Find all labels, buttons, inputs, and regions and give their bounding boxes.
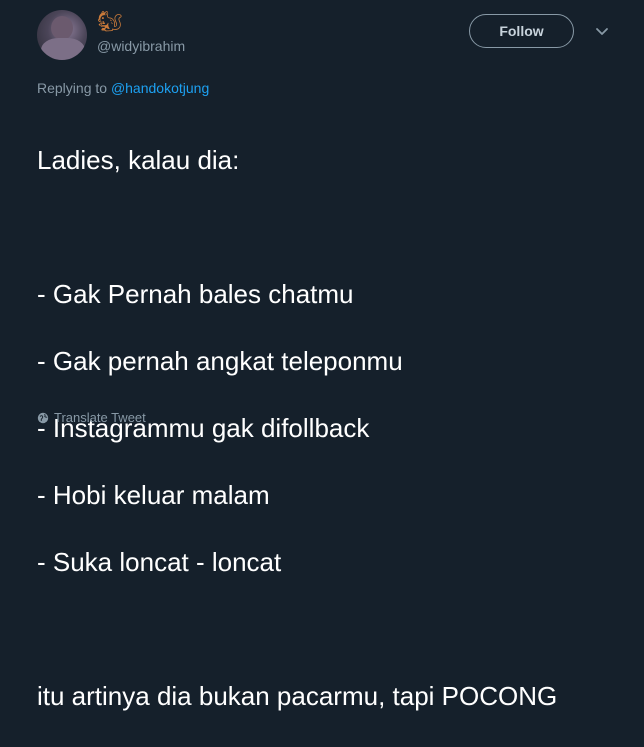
squirrel-emoji-icon: 🐿 (97, 9, 123, 33)
replying-to: Replying to @handokotjung (37, 80, 209, 96)
tweet-line: itu artinya dia bukan pacarmu, tapi POCO… (37, 680, 558, 711)
reply-mention-link[interactable]: @handokotjung (111, 80, 209, 96)
tweet-line (37, 211, 627, 245)
translate-tweet-link[interactable]: Translate Tweet (37, 410, 146, 425)
tweet-line (37, 613, 627, 647)
chevron-down-icon[interactable] (594, 26, 610, 38)
replying-to-label: Replying to (37, 80, 111, 96)
tweet-line: - Gak pernah angkat teleponmu (37, 345, 403, 376)
translate-tweet-label: Translate Tweet (54, 410, 146, 425)
user-handle[interactable]: @widyibrahim (97, 38, 185, 54)
follow-button[interactable]: Follow (469, 14, 574, 48)
globe-icon (37, 412, 49, 423)
tweet-line: Ladies, kalau dia: (37, 144, 240, 175)
tweet-line: - Suka loncat - loncat (37, 546, 282, 577)
tweet-text: Ladies, kalau dia: - Gak Pernah bales ch… (37, 110, 627, 747)
tweet-line: - Gak Pernah bales chatmu (37, 278, 354, 309)
tweet-line: - Hobi keluar malam (37, 479, 270, 510)
avatar[interactable] (37, 10, 87, 60)
